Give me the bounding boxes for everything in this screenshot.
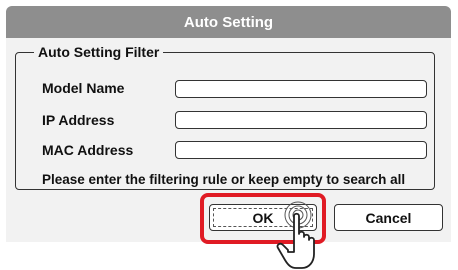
filter-legend: Auto Setting Filter — [34, 44, 164, 60]
ip-address-label: IP Address — [42, 112, 115, 128]
hand-pointer-icon — [276, 201, 315, 269]
mac-address-label: MAC Address — [42, 142, 134, 158]
cancel-button[interactable]: Cancel — [334, 204, 443, 231]
filter-hint: Please enter the filtering rule or keep … — [42, 172, 406, 187]
model-name-input[interactable] — [175, 80, 427, 98]
dialog-titlebar: Auto Setting — [6, 6, 451, 38]
dialog-title: Auto Setting — [183, 13, 274, 31]
cancel-button-label: Cancel — [365, 209, 412, 226]
ip-address-input[interactable] — [175, 111, 427, 129]
mac-address-input[interactable] — [175, 141, 427, 159]
model-name-label: Model Name — [42, 80, 125, 96]
